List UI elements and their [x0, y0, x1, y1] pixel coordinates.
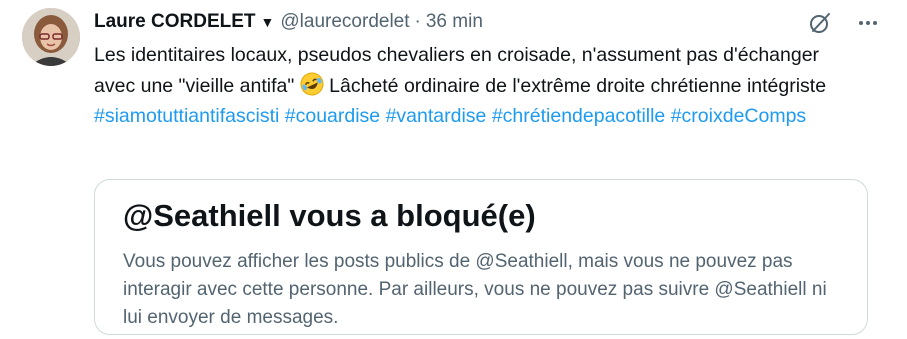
- hashtag-link[interactable]: #siamotuttiantifascisti: [94, 105, 279, 127]
- tweet-header: Laure CORDELET ▼ @laurecordelet · 36 min: [94, 8, 889, 36]
- more-horizontal-icon[interactable]: [855, 10, 881, 36]
- author-name[interactable]: Laure CORDELET: [94, 11, 256, 33]
- rolling-on-floor-laughing-emoji-icon: [300, 72, 324, 96]
- author-handle[interactable]: @laurecordelet: [280, 11, 409, 33]
- hashtag-link[interactable]: #couardise: [285, 105, 380, 127]
- avatar[interactable]: [22, 8, 80, 66]
- blocked-title: @Seathiell vous a bloqué(e): [123, 198, 536, 233]
- hashtag-link[interactable]: #croixdeComps: [671, 105, 806, 127]
- tweet-text-part2: Lâcheté ordinaire de l'extrême droite ch…: [323, 74, 827, 97]
- tweet-text: Les identitaires locaux, pseudos chevali…: [94, 40, 844, 132]
- caret-down-icon: ▼: [260, 14, 275, 30]
- tweet[interactable]: Laure CORDELET ▼ @laurecordelet · 36 min: [0, 0, 907, 339]
- blocked-description: Vous pouvez afficher les posts publics d…: [123, 251, 827, 328]
- quoted-post-blocked-card: @Seathiell vous a bloqué(e) Vous pouvez …: [94, 179, 868, 335]
- hashtag-link[interactable]: #chrétiendepacotille: [492, 105, 665, 127]
- hashtag-link[interactable]: #vantardise: [386, 105, 487, 127]
- avatar-photo-icon: [22, 8, 80, 66]
- tweet-content: Laure CORDELET ▼ @laurecordelet · 36 min: [94, 8, 889, 335]
- separator-dot: ·: [414, 11, 421, 32]
- timestamp[interactable]: 36 min: [426, 11, 483, 33]
- header-actions: [807, 10, 881, 36]
- grok-slash-circle-icon[interactable]: [807, 10, 833, 36]
